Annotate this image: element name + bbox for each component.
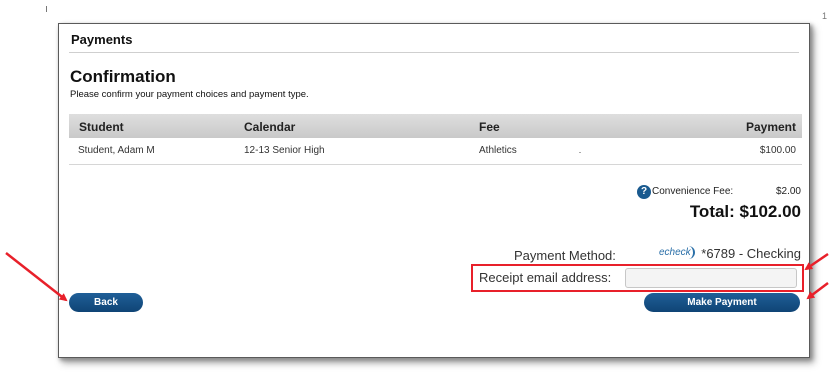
arrow-to-back-button [5,252,68,302]
arrow-to-make-payment [806,282,829,300]
arrow-to-receipt-email [804,252,829,271]
annotation-arrows [5,252,829,302]
